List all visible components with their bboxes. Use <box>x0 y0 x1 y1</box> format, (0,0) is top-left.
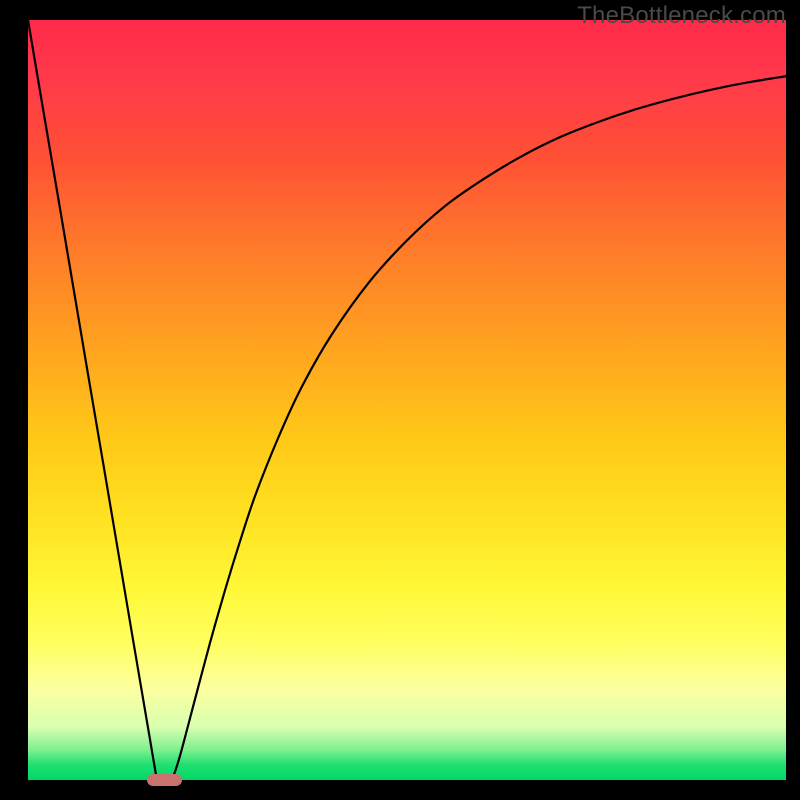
watermark-text: TheBottleneck.com <box>577 2 786 30</box>
chart-container: TheBottleneck.com <box>0 0 800 800</box>
curve-svg <box>28 20 786 780</box>
bottleneck-curve <box>28 20 786 780</box>
plot-area <box>28 20 786 780</box>
